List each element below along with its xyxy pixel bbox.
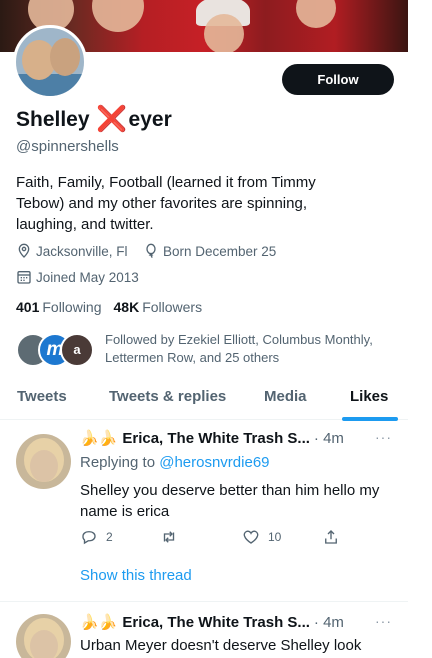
banana-emoji: 🍌🍌 [80, 430, 118, 447]
tweet[interactable]: 🍌🍌 Erica, The White Trash S... · 4m ··· … [0, 602, 408, 658]
followers-link[interactable]: 48K Followers [114, 299, 203, 315]
banner-face [92, 0, 144, 32]
display-name-part: eyer [128, 107, 172, 131]
replying-handle-link[interactable]: @herosnvrdie69 [159, 454, 269, 471]
reply-icon [82, 531, 96, 545]
calendar-icon [16, 269, 32, 285]
replying-prefix: Replying to [80, 454, 160, 471]
tweet-author[interactable]: Erica, The White Trash S... [122, 614, 310, 631]
location-text: Jacksonville, Fl [36, 243, 128, 259]
profile-handle: @spinnershells [16, 138, 119, 155]
profile-birthday: Born December 25 [143, 243, 276, 259]
retweet-icon [163, 531, 175, 543]
location-pin-icon [16, 243, 32, 259]
tweet-text: Urban Meyer doesn't deserve Shelley look [80, 637, 362, 654]
more-icon[interactable]: ··· [375, 613, 392, 629]
profile-location: Jacksonville, Fl [16, 243, 128, 259]
tweet-actions: 2 10 [80, 528, 360, 548]
banner-face [296, 0, 336, 28]
followed-by-text[interactable]: Followed by Ezekiel Elliott, Columbus Mo… [105, 331, 375, 367]
like-count: 10 [268, 530, 282, 544]
heart-icon [243, 530, 259, 544]
share-button[interactable] [322, 528, 348, 546]
tweet-author[interactable]: Erica, The White Trash S... [122, 430, 310, 447]
tweet[interactable]: 🍌🍌 Erica, The White Trash S... · 4m ··· … [0, 420, 408, 602]
tab-media[interactable]: Media [264, 388, 307, 405]
like-button[interactable]: 10 [242, 528, 281, 546]
avatar: a [60, 333, 94, 367]
profile-tabs: Tweets Tweets & replies Media Likes [0, 380, 408, 421]
following-link[interactable]: 401 Following [16, 299, 102, 315]
x-mark-icon: ❌ [96, 105, 128, 133]
display-name-part: Shelley [16, 107, 96, 131]
following-label: Following [42, 299, 102, 315]
follow-button[interactable]: Follow [282, 64, 394, 95]
replying-to: Replying to @herosnvrdie69 [80, 454, 270, 471]
birthday-text: Born December 25 [163, 243, 277, 259]
tweet-time[interactable]: · 4m [314, 430, 344, 447]
joined-text: Joined May 2013 [36, 269, 139, 285]
show-thread-link[interactable]: Show this thread [80, 567, 192, 584]
profile-bio: Faith, Family, Football (learned it from… [16, 174, 316, 233]
tab-tweets[interactable]: Tweets [17, 388, 67, 405]
tweet-header: 🍌🍌 Erica, The White Trash S... · 4m [80, 429, 344, 448]
profile-display-name: Shelley ❌ eyer [16, 107, 172, 132]
followers-label: Followers [142, 299, 203, 315]
reply-button[interactable]: 2 [80, 528, 113, 546]
banana-emoji: 🍌🍌 [80, 614, 118, 631]
balloon-icon [143, 243, 159, 259]
profile-stats: 401 Following 48K Followers [16, 299, 202, 315]
banner-face [204, 14, 244, 52]
share-icon [325, 530, 337, 544]
reply-count: 2 [106, 530, 113, 544]
followers-count: 48K [113, 299, 140, 315]
profile-joined: Joined May 2013 [16, 269, 139, 285]
more-icon[interactable]: ··· [375, 429, 392, 445]
tab-tweets-replies[interactable]: Tweets & replies [109, 388, 226, 405]
tweet-text: Shelley you deserve better than him hell… [80, 482, 380, 520]
avatar[interactable] [16, 614, 71, 658]
tab-likes[interactable]: Likes [350, 388, 388, 405]
followed-by-avatars[interactable]: m a [16, 333, 98, 369]
tweet-time[interactable]: · 4m [314, 614, 344, 631]
avatar[interactable] [16, 434, 71, 489]
tweet-header: 🍌🍌 Erica, The White Trash S... · 4m [80, 613, 344, 632]
following-count: 401 [16, 299, 40, 315]
retweet-button[interactable] [160, 528, 186, 546]
profile-avatar[interactable] [13, 25, 87, 99]
